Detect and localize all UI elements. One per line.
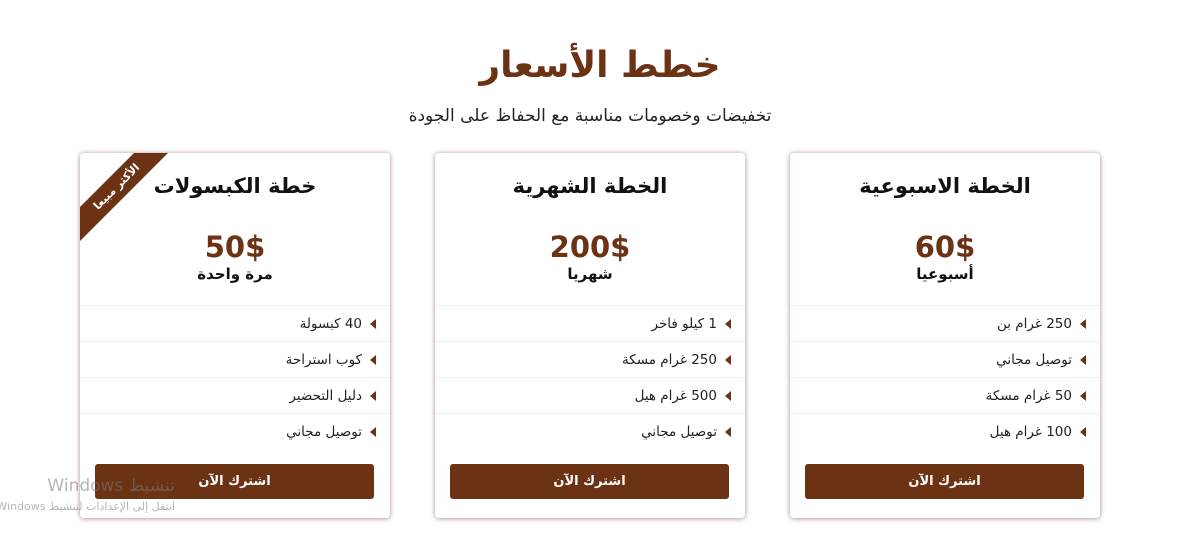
plan-price: 50$: [204, 230, 266, 264]
plan-card-weekly: الخطة الاسبوعية 60$ أسبوعيا 250 غرام بن …: [790, 153, 1100, 518]
feature-label: كوب استراحة: [285, 351, 362, 368]
plan-features: 1 كيلو فاخر 250 غرام مسكة 500 غرام هيل ت…: [435, 305, 745, 449]
feature-label: 1 كيلو فاخر: [651, 315, 717, 332]
subscribe-button-weekly[interactable]: اشترك الآن: [805, 464, 1084, 499]
caret-left-icon: [1080, 426, 1086, 437]
feature-item: 40 كبسولة: [80, 305, 390, 341]
feature-label: 250 غرام بن: [996, 315, 1072, 332]
feature-label: توصيل مجاني: [286, 423, 362, 440]
feature-item: توصيل مجاني: [790, 341, 1100, 377]
feature-label: 40 كبسولة: [299, 315, 362, 332]
caret-left-icon: [725, 318, 731, 329]
caret-left-icon: [370, 318, 376, 329]
plan-period: أسبوعيا: [916, 265, 974, 283]
plan-features: 250 غرام بن توصيل مجاني 50 غرام مسكة 100…: [790, 305, 1100, 449]
caret-left-icon: [725, 354, 731, 365]
pricing-cards: الخطة الاسبوعية 60$ أسبوعيا 250 غرام بن …: [0, 153, 1200, 519]
feature-item: 250 غرام بن: [790, 305, 1100, 341]
feature-label: 250 غرام مسكة: [622, 351, 717, 368]
feature-item: توصيل مجاني: [435, 413, 745, 449]
feature-item: 50 غرام مسكة: [790, 377, 1100, 413]
caret-left-icon: [1080, 390, 1086, 401]
plan-features: 40 كبسولة كوب استراحة دليل التحضير توصيل…: [80, 305, 390, 449]
feature-item: 500 غرام هيل: [435, 377, 745, 413]
feature-label: دليل التحضير: [289, 387, 362, 404]
plan-price: 60$: [914, 230, 976, 264]
plan-card-monthly: الخطة الشهرية 200$ شهريا 1 كيلو فاخر 250…: [435, 153, 745, 518]
caret-left-icon: [725, 426, 731, 437]
feature-item: توصيل مجاني: [80, 413, 390, 449]
section-subtitle: تخفيضات وخصومات مناسبة مع الحفاظ على الج…: [408, 106, 772, 126]
plan-period: مرة واحدة: [197, 265, 273, 283]
caret-left-icon: [1080, 354, 1086, 365]
caret-left-icon: [725, 390, 731, 401]
subscribe-button-capsules[interactable]: اشترك الآن: [95, 464, 374, 499]
plan-title: الخطة الاسبوعية: [859, 174, 1031, 198]
plan-price: 200$: [549, 230, 631, 264]
caret-left-icon: [370, 354, 376, 365]
caret-left-icon: [1080, 318, 1086, 329]
plan-title: الخطة الشهرية: [512, 174, 668, 198]
section-title: خطط الأسعار: [479, 45, 721, 86]
feature-item: 100 غرام هيل: [790, 413, 1100, 449]
feature-item: كوب استراحة: [80, 341, 390, 377]
feature-item: 1 كيلو فاخر: [435, 305, 745, 341]
feature-label: 100 غرام هيل: [989, 423, 1072, 440]
feature-label: 500 غرام هيل: [634, 387, 717, 404]
plan-period: شهريا: [567, 265, 613, 283]
subscribe-button-monthly[interactable]: اشترك الآن: [450, 464, 729, 499]
feature-label: 50 غرام مسكة: [985, 387, 1072, 404]
feature-label: توصيل مجاني: [996, 351, 1072, 368]
feature-item: 250 غرام مسكة: [435, 341, 745, 377]
caret-left-icon: [370, 426, 376, 437]
plan-title: خطة الكبسولات: [153, 174, 317, 198]
feature-label: توصيل مجاني: [641, 423, 717, 440]
plan-card-capsules: الأكثر مبيعا خطة الكبسولات 50$ مرة واحدة…: [80, 153, 390, 518]
caret-left-icon: [370, 390, 376, 401]
feature-item: دليل التحضير: [80, 377, 390, 413]
